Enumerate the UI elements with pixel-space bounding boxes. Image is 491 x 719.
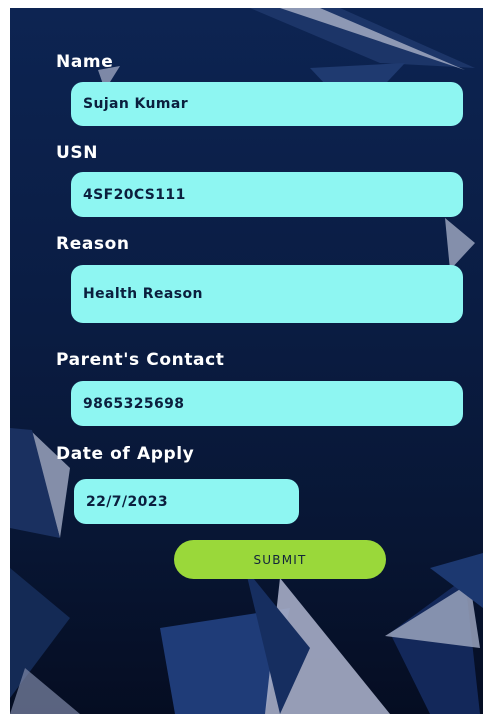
reason-input[interactable]: Health Reason (71, 265, 463, 323)
name-label: Name (56, 52, 114, 72)
usn-label: USN (56, 143, 99, 163)
reason-label: Reason (56, 234, 130, 254)
parent-contact-label: Parent's Contact (56, 350, 225, 370)
usn-input[interactable]: 4SF20CS111 (71, 172, 463, 217)
leave-form-screen: Name Sujan Kumar USN 4SF20CS111 Reason H… (10, 8, 483, 714)
date-of-apply-input[interactable]: 22/7/2023 (74, 479, 299, 524)
submit-button[interactable]: SUBMIT (174, 540, 386, 579)
parent-contact-input[interactable]: 9865325698 (71, 381, 463, 426)
date-of-apply-label: Date of Apply (56, 444, 195, 464)
name-input[interactable]: Sujan Kumar (71, 82, 463, 126)
